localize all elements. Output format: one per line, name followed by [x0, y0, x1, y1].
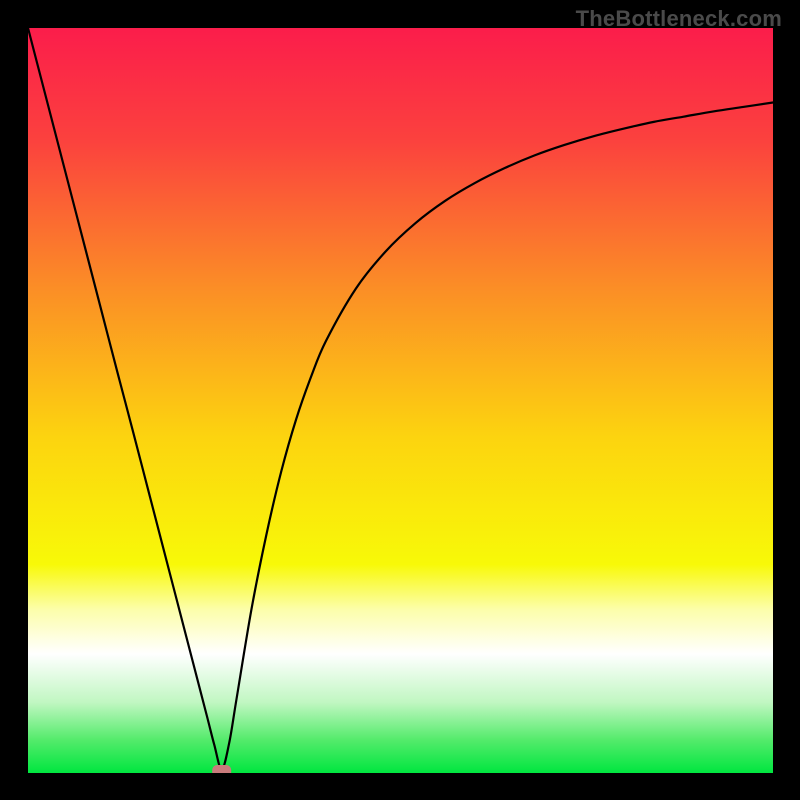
chart-frame — [28, 28, 773, 773]
minimum-marker — [212, 765, 231, 773]
chart-background-gradient — [28, 28, 773, 773]
chart-plot — [28, 28, 773, 773]
